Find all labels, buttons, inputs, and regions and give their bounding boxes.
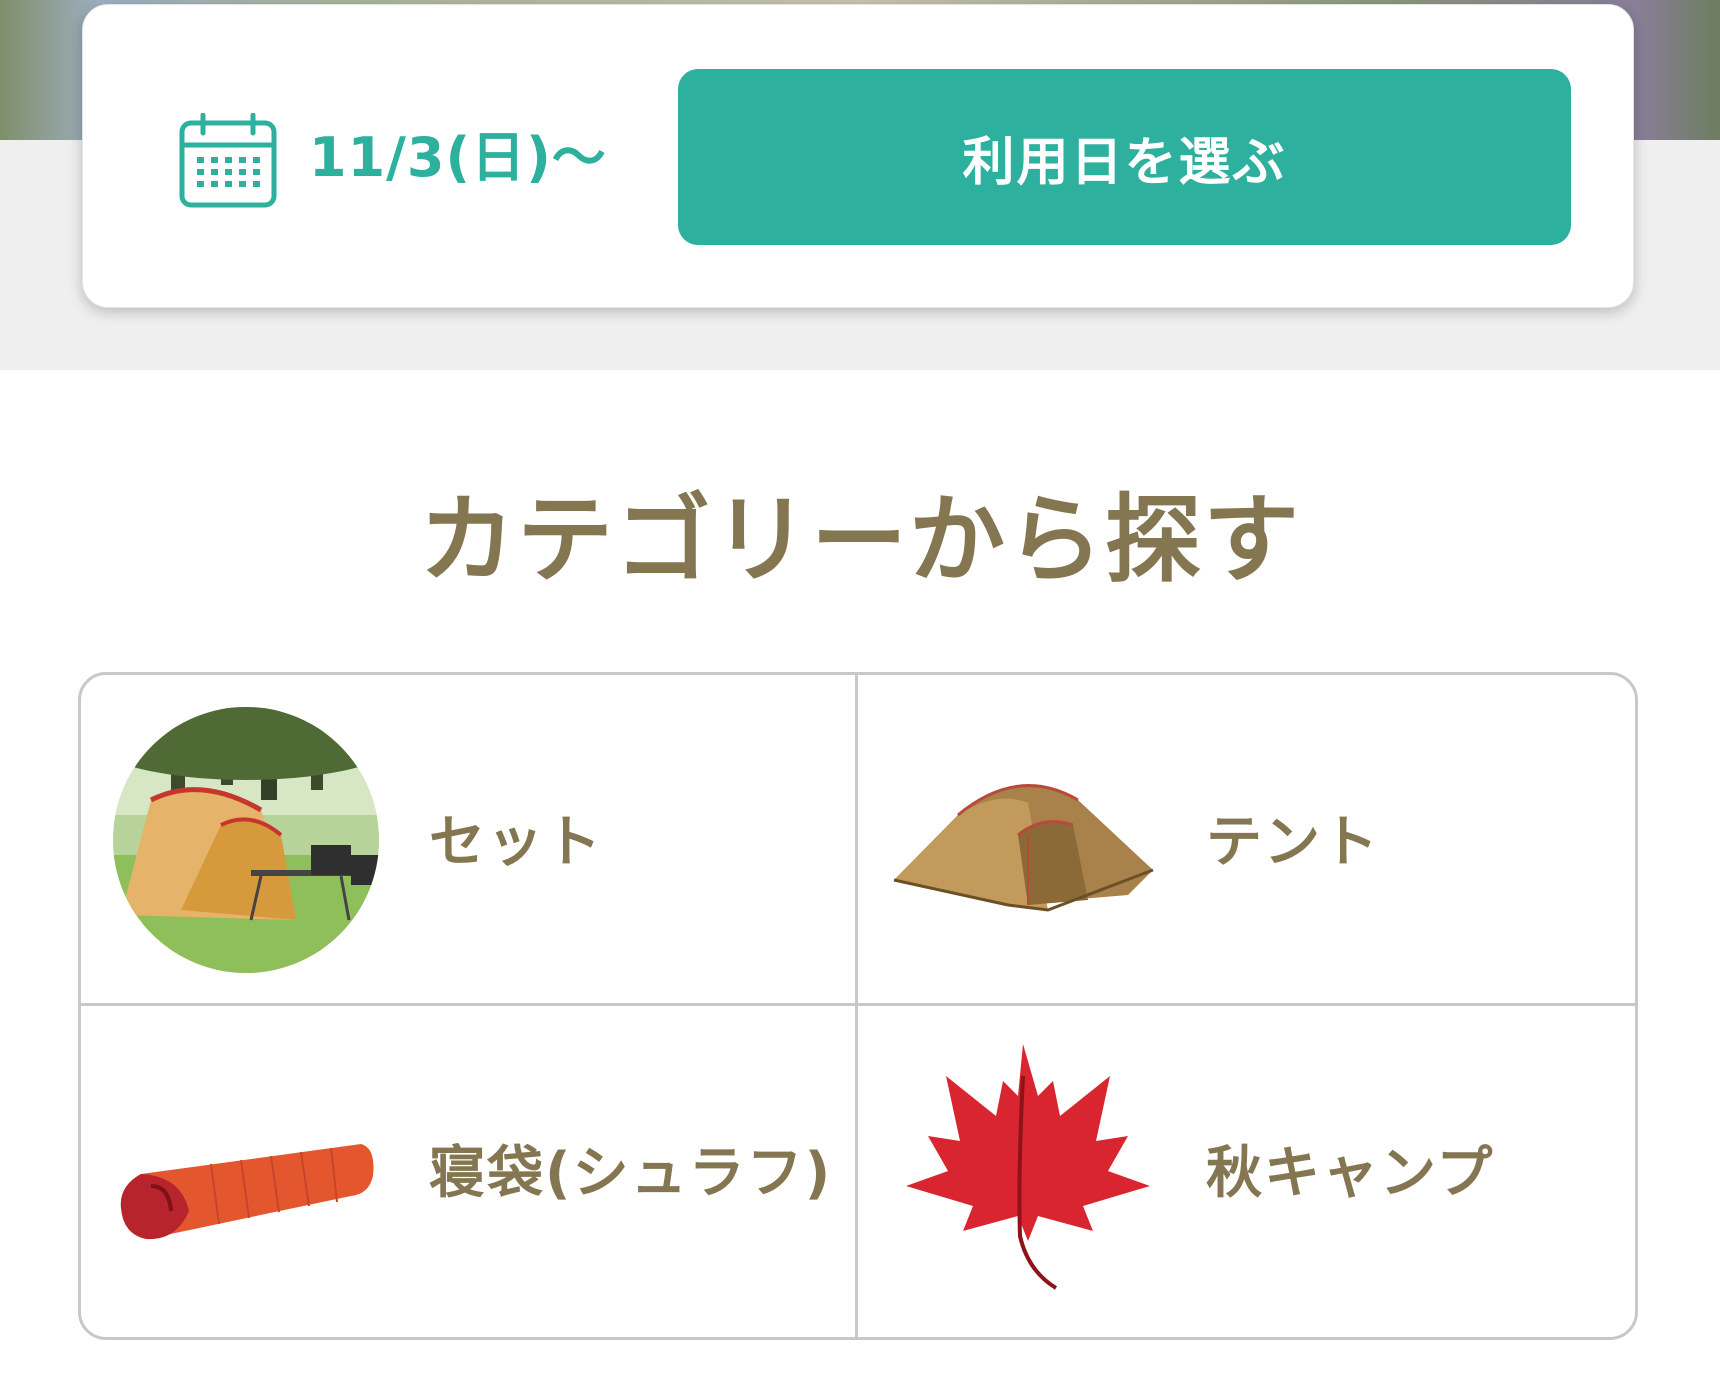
category-label: テント (1206, 810, 1380, 875)
category-item-set[interactable]: セット (81, 675, 858, 1006)
category-item-tent[interactable]: テント (858, 675, 1635, 1006)
category-label: 秋キャンプ (1206, 1141, 1495, 1206)
calendar-icon (179, 113, 277, 208)
category-grid: セット テント 寝袋(シュラフ) 秋キャンプ (78, 672, 1638, 1340)
category-item-sleeping-bag[interactable]: 寝袋(シュラフ) (81, 1006, 858, 1337)
sleeping-bag-photo (120, 1144, 374, 1240)
camp-set-photo (113, 707, 379, 973)
category-label: 寝袋(シュラフ) (429, 1141, 833, 1206)
choose-date-button[interactable]: 利用日を選ぶ (678, 69, 1571, 245)
tent-photo (893, 784, 1154, 912)
category-label: セット (429, 810, 603, 875)
category-item-autumn-camp[interactable]: 秋キャンプ (858, 1006, 1635, 1337)
maple-leaf-icon (906, 1044, 1150, 1290)
section-title: カテゴリーから探す (419, 484, 1301, 596)
date-selector-card: 11/3(日)〜 利用日を選ぶ (82, 4, 1634, 308)
selected-date: 11/3(日)〜 (309, 126, 607, 189)
